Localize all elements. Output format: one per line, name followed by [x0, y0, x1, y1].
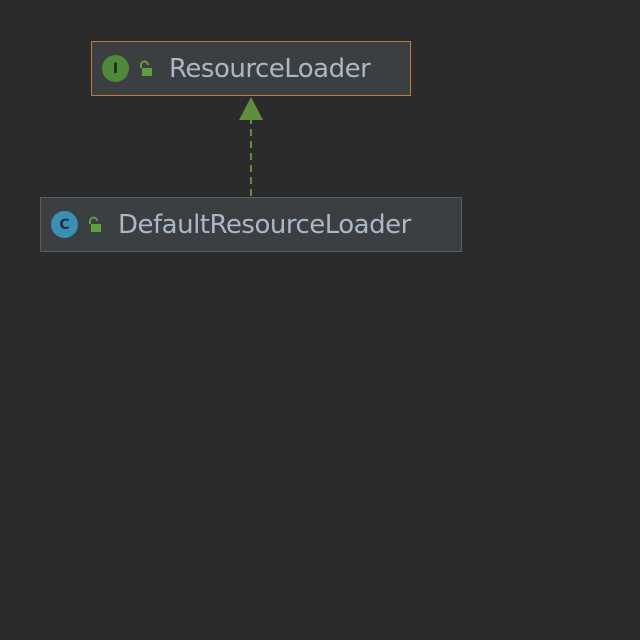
diagram-canvas: I ResourceLoader C DefaultResourceLoader [0, 0, 640, 640]
implements-arrowhead [239, 97, 263, 120]
class-node-defaultresourceloader[interactable]: C DefaultResourceLoader [40, 197, 462, 252]
interface-icon: I [102, 55, 129, 82]
node-label: ResourceLoader [169, 53, 371, 84]
unlocked-lock-icon [84, 214, 104, 236]
node-label: DefaultResourceLoader [118, 209, 411, 240]
unlocked-lock-icon [135, 58, 155, 80]
interface-node-resourceloader[interactable]: I ResourceLoader [91, 41, 411, 96]
class-icon: C [51, 211, 78, 238]
diagram-edges [239, 97, 263, 196]
